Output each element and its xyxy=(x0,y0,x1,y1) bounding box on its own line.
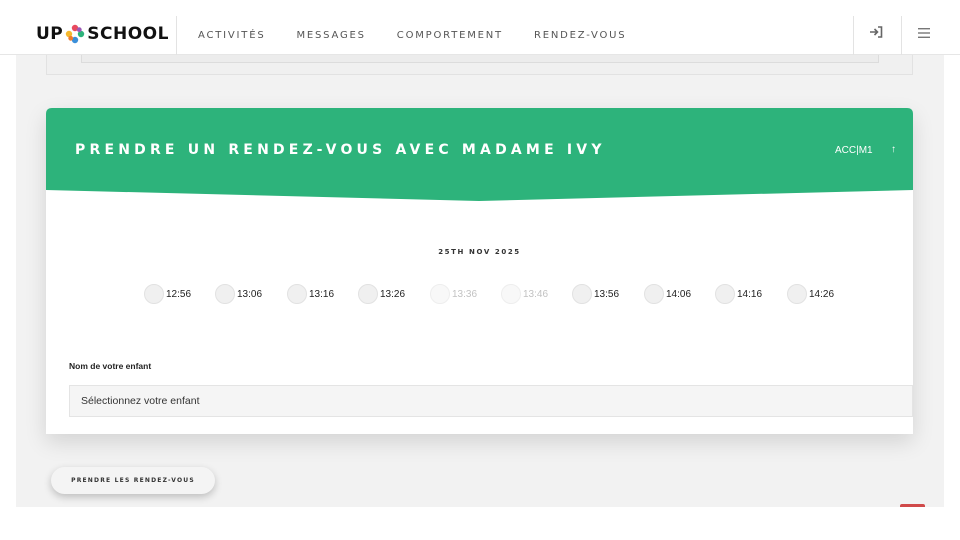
slot-date: 25TH NOV 2025 xyxy=(438,248,521,256)
nav-item-activites[interactable]: ACTIVITÉS xyxy=(198,30,265,41)
child-select[interactable]: Sélectionnez votre enfant xyxy=(69,385,913,417)
slot-time: 13:26 xyxy=(380,288,406,300)
time-slot-disabled: 13:46 xyxy=(501,284,548,304)
time-slot[interactable]: 14:26 xyxy=(787,284,834,304)
time-slot[interactable]: 13:06 xyxy=(215,284,262,304)
time-slot[interactable]: 14:06 xyxy=(644,284,691,304)
slot-time: 13:56 xyxy=(594,288,620,300)
notification-badge[interactable] xyxy=(900,504,925,507)
time-slot[interactable]: 13:26 xyxy=(358,284,405,304)
nav-divider xyxy=(176,16,177,55)
upschool-logo[interactable]: UP SCHOOL xyxy=(36,22,169,46)
nav-item-messages[interactable]: MESSAGES xyxy=(296,30,365,41)
card-header: PRENDRE UN RENDEZ-VOUS AVEC MADAME IVY A… xyxy=(46,108,913,203)
slot-time: 13:06 xyxy=(237,288,263,300)
submit-appointments-button[interactable]: PRENDRE LES RENDEZ-VOUS xyxy=(51,467,215,494)
child-name-label: Nom de votre enfant xyxy=(69,361,152,371)
time-slot[interactable]: 12:56 xyxy=(144,284,191,304)
nav-item-comportement[interactable]: COMPORTEMENT xyxy=(397,30,503,41)
hamburger-menu-icon[interactable] xyxy=(918,26,930,41)
class-label: ACC|M1 xyxy=(835,145,873,156)
previous-card-bottom xyxy=(46,55,913,75)
slot-time: 14:16 xyxy=(737,288,763,300)
slot-radio xyxy=(430,284,450,304)
previous-card-field xyxy=(81,55,879,63)
time-slot-disabled: 13:36 xyxy=(430,284,477,304)
slot-radio[interactable] xyxy=(358,284,378,304)
slot-time: 13:16 xyxy=(309,288,335,300)
slot-radio[interactable] xyxy=(287,284,307,304)
slot-radio xyxy=(501,284,521,304)
nav-divider xyxy=(901,16,902,55)
logo-text: UP xyxy=(36,24,64,44)
collapse-arrow-icon[interactable]: ↑ xyxy=(891,144,896,155)
sign-in-icon[interactable] xyxy=(869,26,883,41)
nav-item-rendez-vous[interactable]: RENDEZ-VOUS xyxy=(534,30,626,41)
logo-text: SCHOOL xyxy=(87,24,169,44)
slot-radio[interactable] xyxy=(787,284,807,304)
slot-radio[interactable] xyxy=(215,284,235,304)
slot-time: 14:26 xyxy=(809,288,835,300)
slot-radio[interactable] xyxy=(144,284,164,304)
slot-radio[interactable] xyxy=(644,284,664,304)
appointment-card: PRENDRE UN RENDEZ-VOUS AVEC MADAME IVY A… xyxy=(46,108,913,434)
slot-time: 13:36 xyxy=(452,288,478,300)
slot-time: 14:06 xyxy=(666,288,692,300)
slot-time: 12:56 xyxy=(166,288,192,300)
time-slot[interactable]: 14:16 xyxy=(715,284,762,304)
slot-time: 13:46 xyxy=(523,288,549,300)
top-navigation-bar: UP SCHOOL ACTIVITÉS MESSAGES COMPORTEMEN… xyxy=(0,0,960,55)
main-nav: ACTIVITÉS MESSAGES COMPORTEMENT RENDEZ-V… xyxy=(198,30,657,41)
slot-radio[interactable] xyxy=(572,284,592,304)
nav-divider xyxy=(853,16,854,55)
card-title: PRENDRE UN RENDEZ-VOUS AVEC MADAME IVY xyxy=(75,142,606,158)
logo-gear-icon xyxy=(66,24,85,44)
time-slot[interactable]: 13:16 xyxy=(287,284,334,304)
time-slot[interactable]: 13:56 xyxy=(572,284,619,304)
slot-radio[interactable] xyxy=(715,284,735,304)
